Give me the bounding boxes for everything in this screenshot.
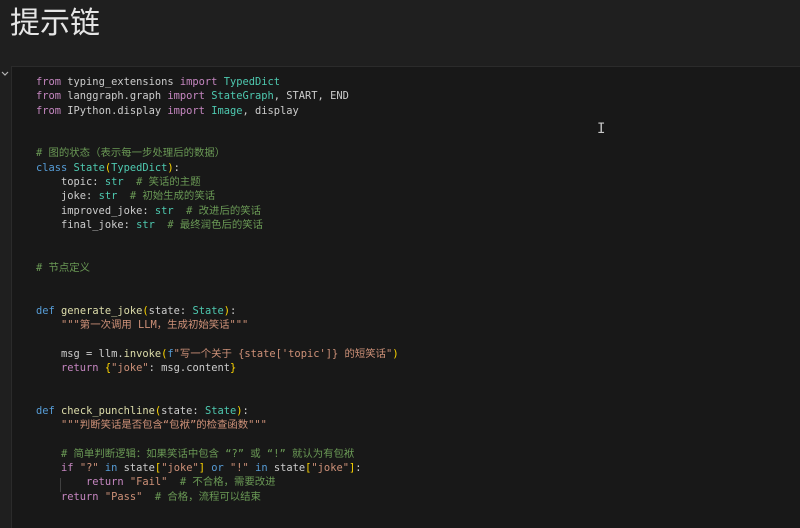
code-line[interactable]: # 图的状态（表示每一步处理后的数据） [36,146,399,160]
code-line[interactable]: ​ [36,432,399,446]
code-line[interactable]: ​ [36,375,399,389]
code-line[interactable]: if "?" in state["joke"] or "!" in state[… [36,461,399,475]
code-line[interactable]: ​ [36,332,399,346]
code-line[interactable]: # 简单判断逻辑：如果笑话中包含 “?” 或 “!” 就认为有包袱 [36,447,399,461]
code-line[interactable]: msg = llm.invoke(f"写一个关于 {state['topic']… [36,347,399,361]
code-editor[interactable]: from typing_extensions import TypedDict f… [36,75,399,504]
page-title: 提示链 [10,6,100,41]
code-line[interactable]: ​ [36,118,399,132]
code-line[interactable]: def generate_joke(state: State): [36,304,399,318]
code-line[interactable]: improved_joke: str # 改进后的笑话 [36,204,399,218]
code-line[interactable]: ​ [36,232,399,246]
code-line[interactable]: joke: str # 初始生成的笑话 [36,189,399,203]
code-line[interactable]: # 节点定义 [36,261,399,275]
code-line[interactable]: final_joke: str # 最终润色后的笑话 [36,218,399,232]
code-line[interactable]: class State(TypedDict): [36,161,399,175]
code-line[interactable]: topic: str # 笑话的主题 [36,175,399,189]
code-line[interactable]: """判断笑话是否包含“包袱”的检查函数""" [36,418,399,432]
chevron-down-icon[interactable] [0,68,10,78]
code-line[interactable]: ​ [36,132,399,146]
code-line[interactable]: from langgraph.graph import StateGraph, … [36,89,399,103]
code-line[interactable]: return "Pass" # 合格，流程可以结束 [36,490,399,504]
code-line[interactable]: ​ [36,289,399,303]
code-line[interactable]: ​ [36,390,399,404]
code-line[interactable]: ​ [36,275,399,289]
code-line[interactable]: ​ [36,247,399,261]
text-cursor-icon: I [597,121,606,137]
code-line[interactable]: """第一次调用 LLM，生成初始笑话""" [36,318,399,332]
code-line[interactable]: from typing_extensions import TypedDict [36,75,399,89]
code-line[interactable]: return {"joke": msg.content} [36,361,399,375]
code-line[interactable]: from IPython.display import Image, displ… [36,104,399,118]
code-line[interactable]: return "Fail" # 不合格，需要改进 [36,475,399,489]
code-line[interactable]: def check_punchline(state: State): [36,404,399,418]
